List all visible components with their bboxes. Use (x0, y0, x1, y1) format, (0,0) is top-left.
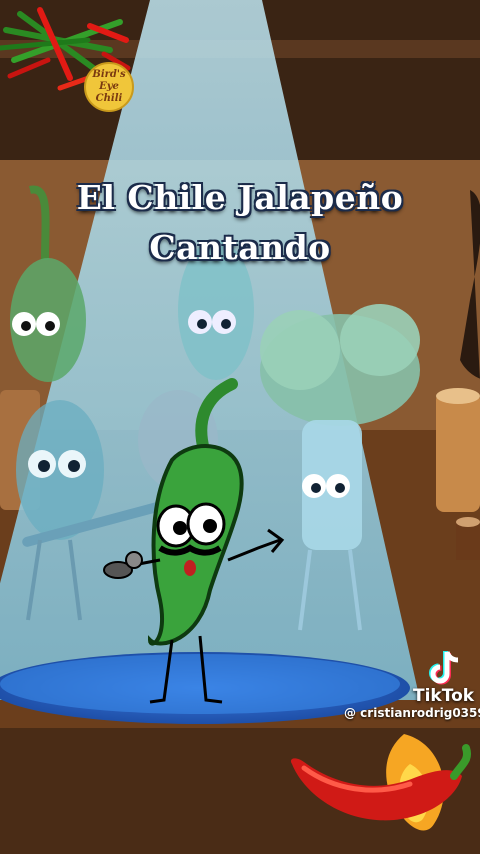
badge-text: Bird's Eye Chili (92, 69, 126, 104)
creator-handle: @ cristianrodrig03590 (344, 706, 480, 720)
tiktok-wordmark: TikTok (413, 686, 475, 706)
video-title-line1: El Chile Jalapeño (76, 178, 404, 217)
red-chili-flame-emoji (290, 734, 471, 831)
tiktok-logo-icon (410, 648, 480, 688)
video-title-line2: Cantando (149, 228, 331, 267)
video-frame: Bird's Eye Chili El Chile Jalapeño Canta… (0, 0, 480, 854)
birds-eye-chili-badge: Bird's Eye Chili (84, 62, 134, 112)
